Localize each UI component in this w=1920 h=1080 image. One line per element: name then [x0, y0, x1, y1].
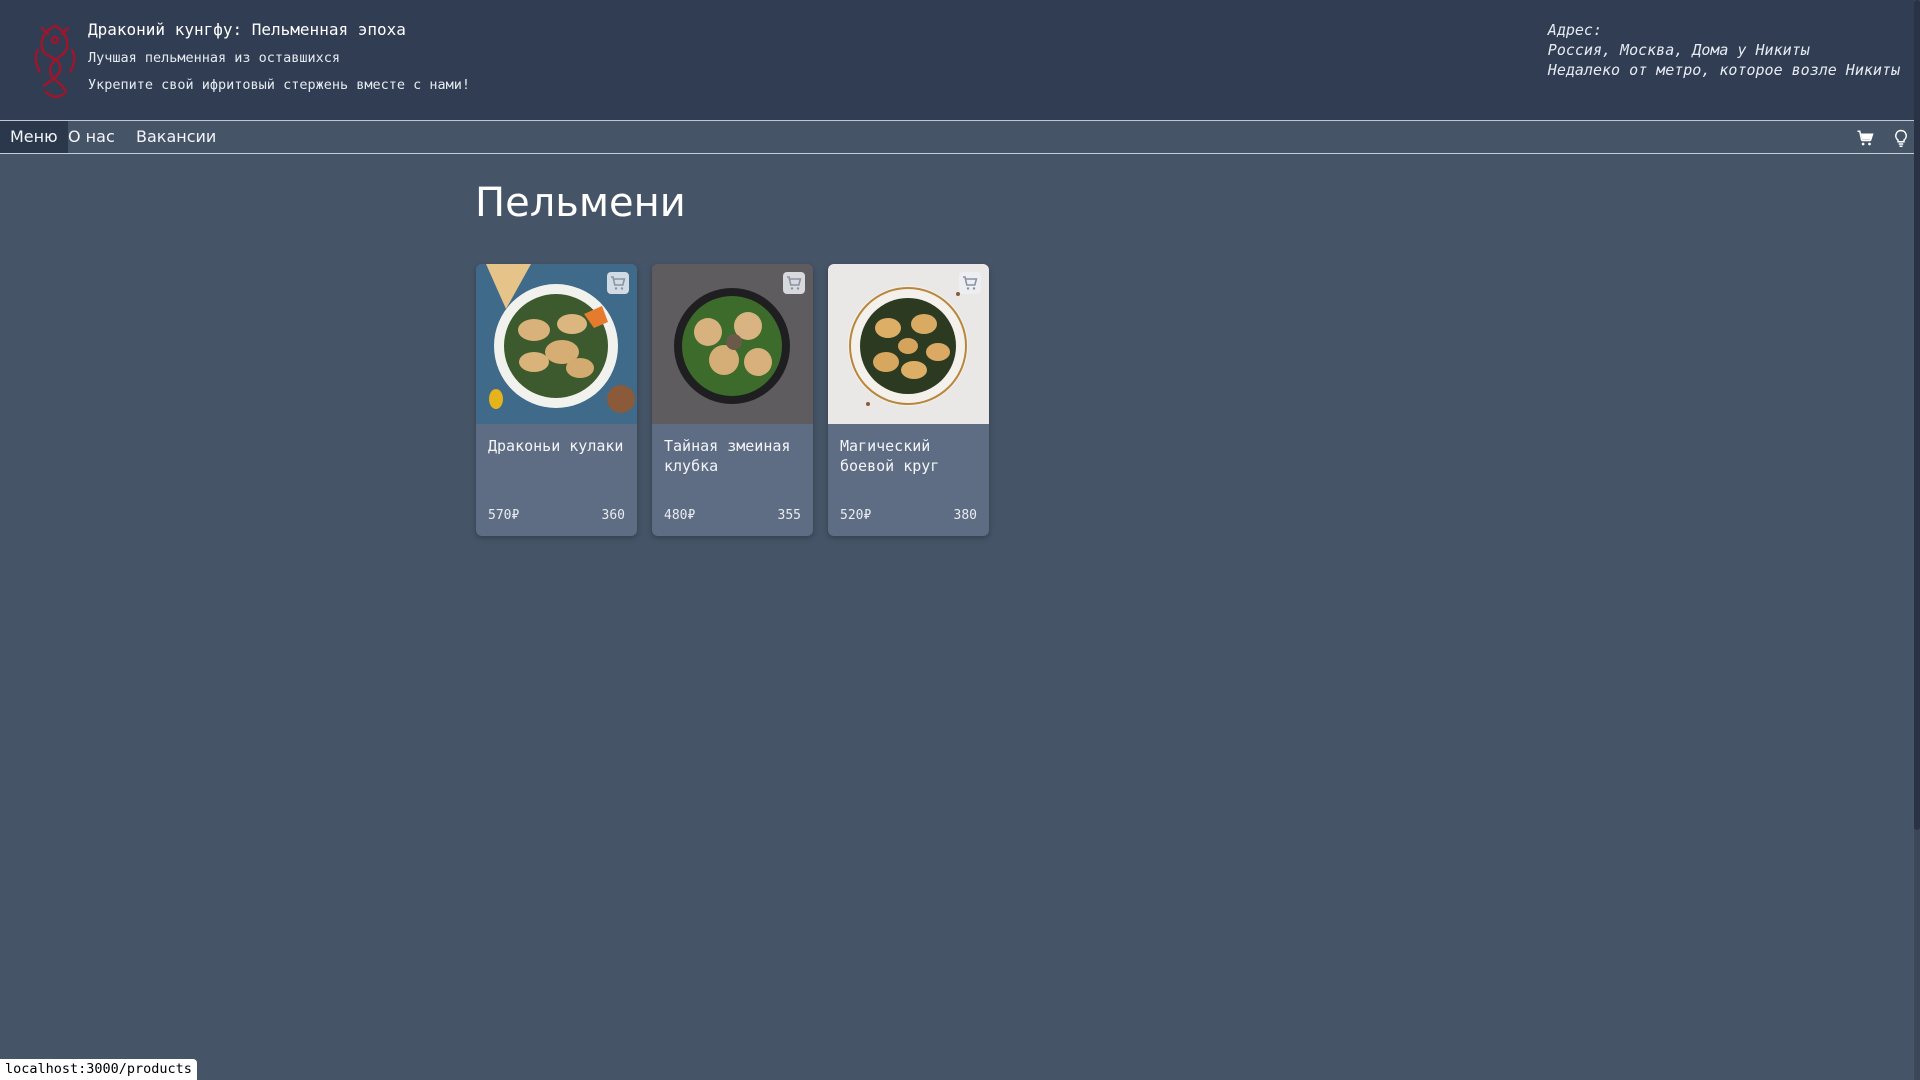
product-name: Магический боевой круг [840, 437, 940, 475]
product-card[interactable]: Драконьи кулаки 570₽ 360 [476, 264, 637, 536]
status-url: localhost:3000/products [0, 1059, 197, 1080]
product-name: Драконьи кулаки [488, 437, 624, 455]
site-header: Драконий кунгфу: Пельменная эпоха Лучшая… [0, 0, 1918, 121]
product-card[interactable]: Магический боевой круг 520₽ 380 [828, 264, 989, 536]
address-line-2: Недалеко от метро, которое возле Никиты [1547, 61, 1900, 79]
add-to-cart-button[interactable] [959, 272, 981, 294]
page-title: Пельмени [475, 180, 686, 226]
nav-item-vacancies[interactable]: Вакансии [126, 121, 226, 153]
site-title: Драконий кунгфу: Пельменная эпоха [88, 20, 406, 39]
cart-icon[interactable] [1856, 129, 1874, 147]
scrollbar-thumb[interactable] [1914, 0, 1920, 830]
site-slogan: Укрепите свой ифритовый стержень вместе … [88, 77, 471, 93]
nav-item-about[interactable]: О нас [58, 121, 125, 153]
add-to-cart-button[interactable] [783, 272, 805, 294]
address-line-1: Россия, Москва, Дома у Никиты [1547, 41, 1810, 59]
site-tagline: Лучшая пельменная из оставшихся [88, 50, 340, 66]
product-price: 480₽ [664, 508, 696, 523]
product-name: Тайная змеиная клубка [664, 437, 791, 475]
product-weight: 360 [601, 508, 625, 523]
product-weight: 380 [953, 508, 977, 523]
lightbulb-icon[interactable] [1892, 129, 1910, 147]
product-card[interactable]: Тайная змеиная клубка 480₽ 355 [652, 264, 813, 536]
product-price: 570₽ [488, 508, 520, 523]
product-weight: 355 [777, 508, 801, 523]
main-nav: Меню О нас Вакансии [0, 121, 1918, 154]
add-to-cart-button[interactable] [607, 272, 629, 294]
product-price: 520₽ [840, 508, 872, 523]
dragon-logo-icon[interactable] [28, 20, 82, 100]
address-label: Адрес: [1547, 21, 1602, 39]
address-block: Адрес: Россия, Москва, Дома у Никиты Нед… [1548, 20, 1900, 80]
